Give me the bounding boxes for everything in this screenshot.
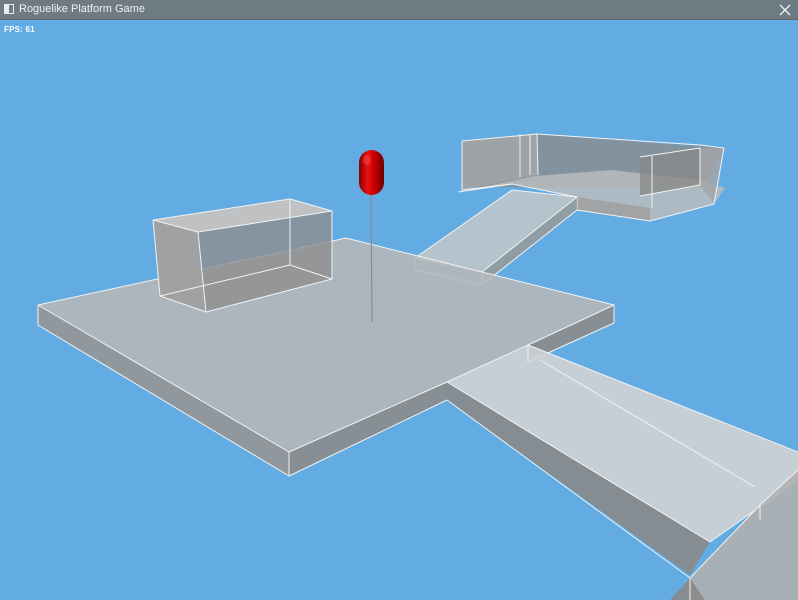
- window-title: Roguelike Platform Game: [19, 3, 145, 15]
- game-viewport[interactable]: [0, 20, 798, 600]
- window-app-icon: [4, 4, 14, 14]
- player-capsule: [359, 150, 384, 195]
- fps-counter: FPS: 61: [4, 25, 35, 34]
- close-icon: [779, 4, 791, 16]
- game-window: Roguelike Platform Game FPS: 61: [0, 0, 798, 600]
- close-button[interactable]: [776, 1, 794, 19]
- title-bar[interactable]: Roguelike Platform Game: [0, 0, 798, 20]
